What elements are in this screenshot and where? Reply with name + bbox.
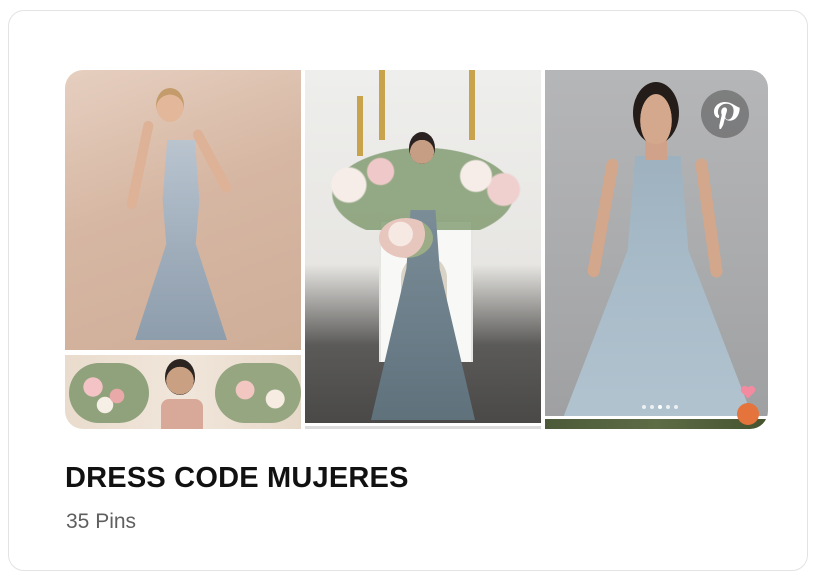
figure-head (156, 88, 184, 122)
tulle-gown-shape (563, 156, 753, 416)
candelabra (469, 70, 475, 140)
carousel-dot-active (658, 405, 662, 409)
figure-top (161, 399, 203, 429)
photo-tulle-dress-fireplace (305, 70, 541, 423)
photo-floral-backdrop (65, 355, 301, 429)
flower-arrangement (215, 363, 301, 423)
photo-strip (305, 426, 541, 429)
figure-head (409, 132, 435, 164)
pinterest-logo-icon[interactable] (701, 90, 749, 138)
flower-arrangement (69, 363, 149, 423)
figure-arm (125, 119, 155, 211)
board-card[interactable]: DRESS CODE MUJERES 35 Pins (8, 10, 808, 571)
heart-icon (740, 385, 756, 399)
figure-head (165, 359, 195, 395)
candelabra (379, 70, 385, 140)
figure-arm (586, 157, 620, 279)
pin-count: 35 Pins (66, 510, 137, 533)
photo-strip (545, 419, 768, 429)
gift-badge-icon (737, 403, 759, 425)
carousel-dot (666, 405, 670, 409)
board-title[interactable]: DRESS CODE MUJERES (65, 462, 409, 495)
bouquet (379, 218, 433, 258)
figure-head (633, 82, 679, 144)
pinterest-p-glyph (714, 102, 740, 129)
photo-satin-slip-dress (65, 70, 301, 350)
board-cover-collage[interactable] (65, 70, 768, 429)
carousel-dots (642, 405, 678, 409)
carousel-dot (650, 405, 654, 409)
figure-arm (694, 157, 724, 279)
carousel-dot (642, 405, 646, 409)
carousel-dot (674, 405, 678, 409)
